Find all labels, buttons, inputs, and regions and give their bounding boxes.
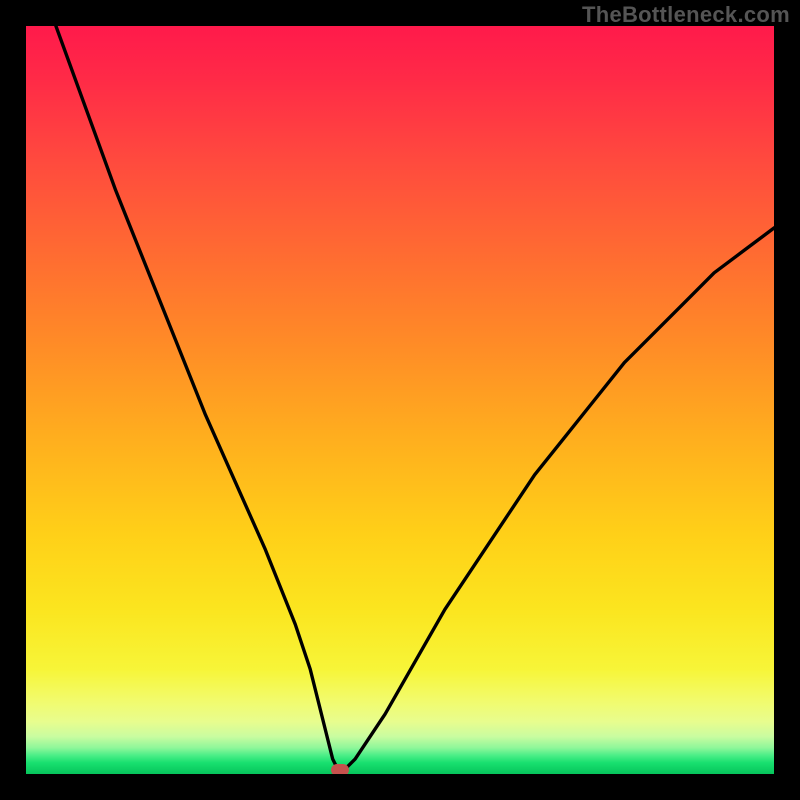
watermark-text: TheBottleneck.com [582,2,790,28]
chart-frame: TheBottleneck.com [0,0,800,800]
optimum-marker [331,764,349,774]
bottleneck-curve [26,26,774,774]
plot-area [26,26,774,774]
